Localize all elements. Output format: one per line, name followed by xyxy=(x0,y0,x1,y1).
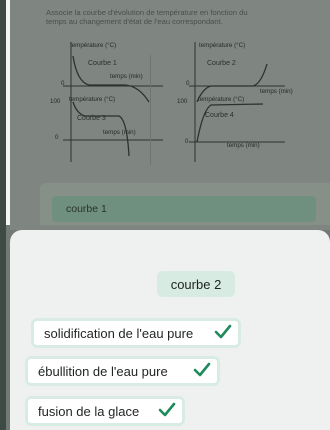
graph-4-y-label: température (°C) xyxy=(198,96,245,103)
graph-3-tick-100: 100 xyxy=(50,98,61,105)
graph-4-tick-100: 100 xyxy=(177,98,188,105)
graph-3-y-label: température (°C) xyxy=(69,96,116,103)
check-icon xyxy=(214,324,232,339)
graph-divider xyxy=(150,55,151,165)
option-chip-ebullition[interactable]: ébullition de l'eau pure xyxy=(25,356,220,386)
graph-1-title: Courbe 1 xyxy=(88,60,117,67)
option-label: fusion de la glace xyxy=(38,403,140,419)
option-label: ébullition de l'eau pure xyxy=(38,363,168,379)
graph-2-x-label: temps (min) xyxy=(260,88,293,95)
graph-1-y-label: température (°C) xyxy=(70,42,117,49)
graph-3-x-label: temps (min) xyxy=(103,129,136,136)
option-chip-solidification[interactable]: solidification de l'eau pure xyxy=(31,318,241,348)
question-prompt: Associe la courbe d'évolution de tempéra… xyxy=(46,8,248,26)
graph-3-tick-zero: 0 xyxy=(55,134,59,141)
graph-4-tick-zero: 0 xyxy=(185,138,189,145)
graph-4-plot xyxy=(189,96,285,162)
check-icon xyxy=(158,402,176,417)
screen-edge xyxy=(0,0,10,430)
option-label: solidification de l'eau pure xyxy=(44,325,194,341)
graph-1-tick-zero: 0 xyxy=(61,80,65,87)
graph-2-y-label: température (°C) xyxy=(199,42,246,49)
graph-2-title: Courbe 2 xyxy=(207,60,236,67)
check-icon xyxy=(193,362,211,377)
graph-courbe-4: 100 température (°C) Courbe 4 temps (min… xyxy=(177,96,310,166)
graph-4-x-label: temps (min) xyxy=(227,142,260,149)
graph-4-title: Courbe 4 xyxy=(205,112,234,119)
graph-3-title: Courbe 3 xyxy=(77,115,106,122)
option-chip-fusion[interactable]: fusion de la glace xyxy=(25,396,185,426)
selected-answer-chip[interactable]: courbe 1 xyxy=(52,196,316,222)
graph-1-x-label: temps (min) xyxy=(110,73,143,80)
option-label: courbe 2 xyxy=(170,276,222,292)
option-chip-courbe-2[interactable]: courbe 2 xyxy=(157,271,235,297)
graph-courbe-3: 100 température (°C) Courbe 3 temps (min… xyxy=(50,96,180,166)
graph-2-tick-zero: 0 xyxy=(186,80,190,87)
